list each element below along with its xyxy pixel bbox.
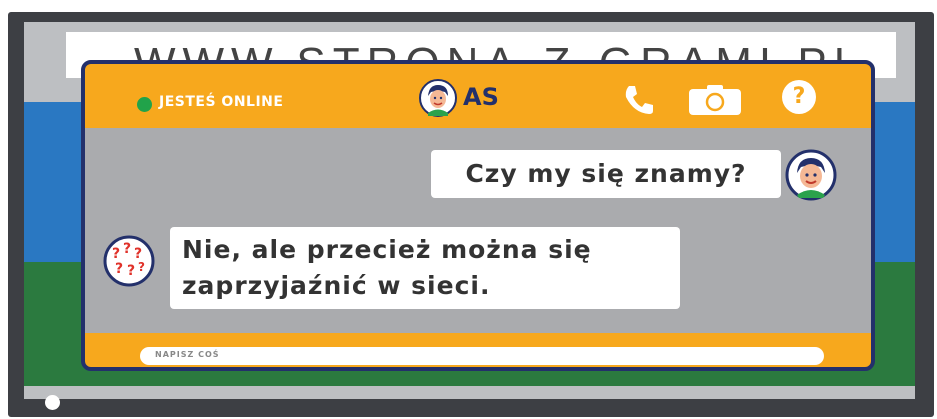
camera-icon[interactable] (688, 84, 742, 116)
chat-footer: NAPISZ COŚ (85, 333, 871, 367)
chat-window: JESTEŚ ONLINE AS ? Czy my się znamy? ? ?… (81, 60, 875, 371)
power-indicator (45, 395, 60, 410)
message-bubble-sent: Czy my się znamy? (431, 150, 781, 198)
svg-text:?: ? (115, 261, 123, 277)
svg-text:?: ? (127, 263, 135, 279)
message-text-line-2: zaprzyjaźnić w sieci. (182, 271, 491, 300)
message-text-line-1: Nie, ale przecież można się (182, 235, 592, 264)
message-input-placeholder: NAPISZ COŚ (155, 350, 220, 359)
question-marks-avatar-icon: ? ? ? ? ? ? (103, 235, 155, 287)
online-status-text: JESTEŚ ONLINE (159, 94, 284, 110)
help-icon[interactable]: ? (782, 80, 816, 114)
phone-icon[interactable] (622, 83, 656, 117)
svg-text:?: ? (112, 246, 120, 262)
contact-name: AS (463, 83, 499, 111)
contact-avatar-icon (419, 79, 457, 117)
svg-text:?: ? (138, 260, 145, 274)
chat-header: JESTEŚ ONLINE AS ? (85, 64, 871, 128)
message-bubble-received: Nie, ale przecież można się zaprzyjaźnić… (170, 227, 680, 309)
chat-messages: Czy my się znamy? ? ? ? ? ? ? Nie, ale p… (85, 128, 871, 333)
message-input[interactable]: NAPISZ COŚ (140, 347, 824, 365)
svg-text:?: ? (123, 241, 131, 257)
boy-avatar-icon (785, 149, 837, 201)
message-text: Czy my się znamy? (465, 159, 747, 188)
online-status-icon (137, 97, 152, 112)
